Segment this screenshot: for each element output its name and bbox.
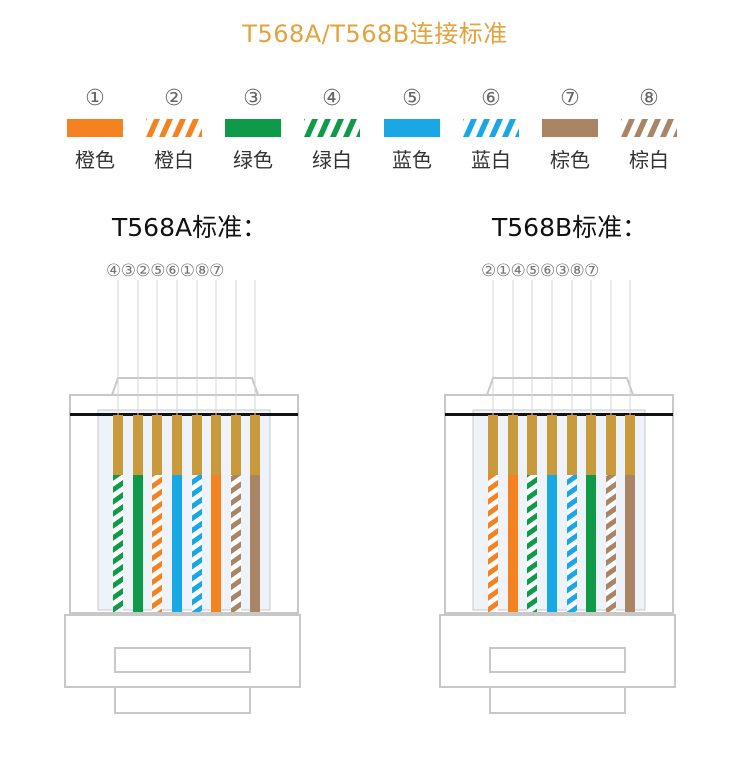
a-contact-8 [250,415,260,475]
legend-swatch [384,119,440,137]
legend-item-8: ⑧ 棕白 [609,86,689,176]
a-conductor-8 [250,475,260,612]
legend-label: 棕白 [629,148,669,172]
b-inner-panel [472,409,646,611]
a-contact-7 [231,415,241,475]
a-contact-2 [133,415,143,475]
a-inner-panel [97,409,271,611]
b-wire-4 [547,415,557,612]
legend-label: 棕色 [550,148,590,172]
b-contact-6 [586,415,596,475]
legend-number: ⑧ [639,86,659,111]
legend-item-5: ⑤ 蓝色 [372,86,452,176]
legend-swatch [225,119,281,137]
a-wire-6 [211,415,221,612]
b-contact-8 [625,415,635,475]
b-boot-slot [489,647,626,673]
a-conductor-4 [172,475,182,612]
legend-item-1: ① 橙色 [55,86,135,176]
a-wire-5 [192,415,202,612]
a-wire-8 [250,415,260,612]
a-contact-5 [192,415,202,475]
legend-label: 橙色 [75,148,115,172]
a-conductor-5 [192,475,202,612]
a-contact-3 [152,415,162,475]
legend-swatch [463,119,519,137]
a-tail [114,686,251,714]
legend-label: 绿色 [233,148,273,172]
a-wire-4 [172,415,182,612]
legend-item-3: ③ 绿色 [213,86,293,176]
a-contact-1 [113,415,123,475]
t568a-title: T568A标准： [112,213,268,242]
legend-item-7: ⑦ 棕色 [530,86,610,176]
legend-number: ⑤ [402,86,422,111]
b-contact-1 [488,415,498,475]
b-contact-2 [508,415,518,475]
legend-label: 绿白 [312,148,352,172]
legend-item-4: ④ 绿白 [292,86,372,176]
a-wire-2 [133,415,143,612]
b-conductor-5 [567,475,577,612]
legend-number: ② [164,86,184,111]
b-wire-5 [567,415,577,612]
a-boot-slot [114,647,251,673]
b-wire-1 [488,415,498,612]
b-tail [489,686,626,714]
legend-number: ⑥ [481,86,501,111]
legend-label: 蓝白 [471,148,511,172]
b-conductor-8 [625,475,635,612]
a-wire-7 [231,415,241,612]
a-contact-4 [172,415,182,475]
a-conductor-3 [152,475,162,612]
legend-swatch [146,119,202,137]
b-conductor-1 [488,475,498,612]
legend-swatch [542,119,598,137]
a-wire-1 [113,415,123,612]
legend-number: ③ [243,86,263,111]
legend-item-6: ⑥ 蓝白 [451,86,531,176]
legend-number: ① [85,86,105,111]
b-conductor-7 [606,475,616,612]
b-wire-6 [586,415,596,612]
legend-number: ④ [322,86,342,111]
a-wire-3 [152,415,162,612]
b-wire-7 [606,415,616,612]
a-contact-6 [211,415,221,475]
b-black-bar [445,413,673,416]
a-conductor-2 [133,475,143,612]
a-black-bar [70,413,298,416]
legend-swatch [621,119,677,137]
b-conductor-4 [547,475,557,612]
b-wire-2 [508,415,518,612]
b-conductor-2 [508,475,518,612]
t568b-connector [439,280,676,714]
b-conductor-3 [527,475,537,612]
b-contact-4 [547,415,557,475]
b-conductor-6 [586,475,596,612]
legend-label: 蓝色 [392,148,432,172]
b-contact-3 [527,415,537,475]
legend-label: 橙白 [154,148,194,172]
t568a-connector [64,280,301,714]
legend-swatch [67,119,123,137]
legend-number: ⑦ [560,86,580,111]
page-title: T568A/T568B连接标准 [242,20,508,48]
a-conductor-7 [231,475,241,612]
b-wire-3 [527,415,537,612]
b-contact-7 [606,415,616,475]
legend-swatch [304,119,360,137]
a-conductor-6 [211,475,221,612]
a-conductor-1 [113,475,123,612]
b-wire-8 [625,415,635,612]
legend-item-2: ② 橙白 [134,86,214,176]
t568b-title: T568B标准： [492,213,648,242]
b-contact-5 [567,415,577,475]
